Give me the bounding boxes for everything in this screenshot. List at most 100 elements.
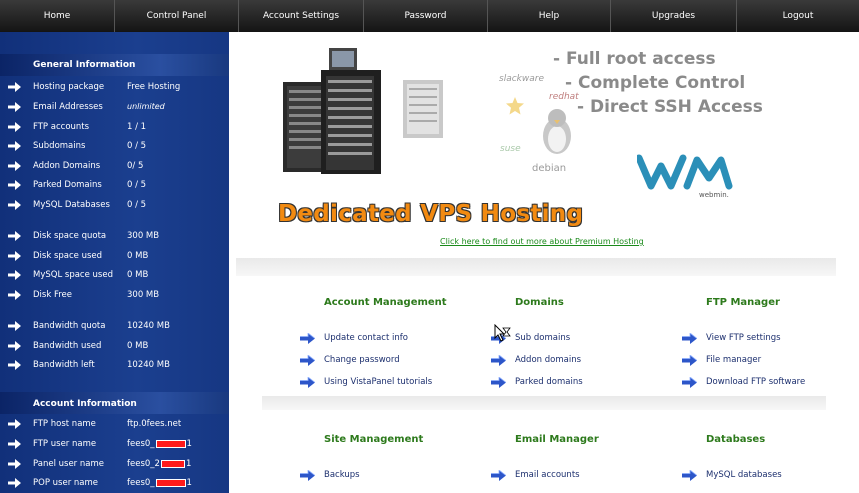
account-management-link[interactable]: Update contact info xyxy=(300,332,470,346)
ftp-manager-link[interactable]: File manager xyxy=(682,354,852,368)
databases-link[interactable]: MySQL databases xyxy=(682,469,852,483)
link-text: Download FTP software xyxy=(706,377,806,387)
sidebar-value: 300 MB xyxy=(127,231,160,241)
white-arrow-icon xyxy=(8,231,21,241)
debian-logo: debian xyxy=(532,163,567,174)
white-arrow-icon xyxy=(8,141,21,151)
sidebar-label: Hosting package xyxy=(33,82,105,92)
nav-upgrades[interactable]: Upgrades xyxy=(611,0,737,32)
sidebar-label: FTP user name xyxy=(33,439,97,449)
white-arrow-icon xyxy=(8,270,21,280)
sidebar-value: 0/ 5 xyxy=(127,161,144,171)
account-management-link[interactable]: Change password xyxy=(300,354,470,368)
ftp-manager-title: FTP Manager xyxy=(706,297,780,308)
white-arrow-icon xyxy=(8,341,21,351)
site-management-title: Site Management xyxy=(324,434,424,445)
ftp-manager-link[interactable]: Download FTP software xyxy=(682,376,852,390)
sidebar-value: 0 / 5 xyxy=(127,200,147,210)
white-arrow-icon xyxy=(8,180,21,190)
nav-password[interactable]: Password xyxy=(364,0,488,32)
white-arrow-icon xyxy=(8,200,21,210)
vps-banner[interactable]: slackware redhat suse debian - Full root… xyxy=(233,36,859,258)
sidebar-label: Panel user name xyxy=(33,459,104,469)
sidebar-row-mysql-space-used: MySQL space used 0 MB xyxy=(0,269,229,285)
suse-logo: suse xyxy=(500,144,521,154)
blue-arrow-icon xyxy=(300,333,315,344)
nav-logout[interactable]: Logout xyxy=(737,0,859,32)
sidebar-row-pop-user: POP user name fees0_ 1 xyxy=(0,477,229,493)
sidebar-row-email-addresses: Email Addresses unlimited xyxy=(0,101,229,117)
webmin-logo-text: webmin. xyxy=(699,191,729,199)
domains-link[interactable]: Parked domains xyxy=(491,376,661,390)
white-arrow-icon xyxy=(8,360,21,370)
email-manager-link[interactable]: Email accounts xyxy=(491,469,661,483)
link-text: Backups xyxy=(324,470,360,480)
domains-link[interactable]: Addon domains xyxy=(491,354,661,368)
sidebar-value: fees0_ 1 xyxy=(127,439,192,449)
ftp-manager-link[interactable]: View FTP settings xyxy=(682,332,852,346)
link-text: MySQL databases xyxy=(706,470,782,480)
promo-line-ssh: - Direct SSH Access xyxy=(577,97,763,117)
white-arrow-icon xyxy=(8,102,21,112)
nav-account-settings[interactable]: Account Settings xyxy=(239,0,364,32)
mouse-cursor-icon xyxy=(494,324,511,342)
redhat-logo: redhat xyxy=(549,92,579,102)
sidebar-row-panel-user: Panel user name fees0_2 1 xyxy=(0,458,229,474)
sidebar-value: fees0_2 1 xyxy=(127,459,192,469)
sidebar-value: unlimited xyxy=(127,102,165,111)
white-arrow-icon xyxy=(8,251,21,261)
white-arrow-icon xyxy=(8,459,21,469)
sidebar-label: Subdomains xyxy=(33,141,86,151)
link-text: Email accounts xyxy=(515,470,580,480)
redaction-box xyxy=(155,478,186,487)
premium-hosting-link[interactable]: Click here to find out more about Premiu… xyxy=(440,237,644,246)
sidebar-label: MySQL Databases xyxy=(33,200,110,210)
sidebar-row-bandwidth-used: Bandwidth used 0 MB xyxy=(0,340,229,356)
sidebar-value: 10240 MB xyxy=(127,321,170,331)
sidebar-value: ftp.0fees.net xyxy=(127,419,182,429)
sidebar-row-addon-domains: Addon Domains 0/ 5 xyxy=(0,160,229,176)
link-text: File manager xyxy=(706,355,762,365)
sidebar-label: Bandwidth left xyxy=(33,360,95,370)
sidebar-label: Email Addresses xyxy=(33,102,103,112)
sidebar: General Information Hosting package Free … xyxy=(0,32,229,493)
panel-divider xyxy=(262,396,826,410)
blue-arrow-icon xyxy=(491,377,506,388)
sidebar-label: Parked Domains xyxy=(33,180,102,190)
vps-hosting-title: Dedicated VPS Hosting xyxy=(278,201,584,227)
email-manager-title: Email Manager xyxy=(515,434,599,445)
domains-link[interactable]: Sub domains xyxy=(491,332,661,346)
sidebar-label: FTP host name xyxy=(33,419,96,429)
sidebar-label: Disk space used xyxy=(33,251,103,261)
sidebar-row-hosting-package: Hosting package Free Hosting xyxy=(0,81,229,97)
sidebar-row-bandwidth-quota: Bandwidth quota 10240 MB xyxy=(0,320,229,336)
redaction-box xyxy=(155,439,186,448)
sidebar-label: POP user name xyxy=(33,478,98,488)
white-arrow-icon xyxy=(8,290,21,300)
sidebar-row-ftp-accounts: FTP accounts 1 / 1 xyxy=(0,121,229,137)
domains-title: Domains xyxy=(515,297,564,308)
site-management-link[interactable]: Backups xyxy=(300,469,470,483)
sidebar-label: MySQL space used xyxy=(33,270,113,280)
sidebar-row-disk-space-quota: Disk space quota 300 MB xyxy=(0,230,229,246)
white-arrow-icon xyxy=(8,321,21,331)
redaction-box xyxy=(160,459,185,468)
link-text: Update contact info xyxy=(324,333,408,343)
blue-arrow-icon xyxy=(682,333,697,344)
sidebar-value: 0 / 5 xyxy=(127,141,147,151)
slackware-logo: slackware xyxy=(499,74,544,84)
sidebar-value: 0 MB xyxy=(127,341,149,351)
tux-penguin-icon xyxy=(543,109,571,154)
promo-line-root: - Full root access xyxy=(553,49,716,69)
white-arrow-icon xyxy=(8,122,21,132)
account-management-link[interactable]: Using VistaPanel tutorials xyxy=(300,376,470,390)
sidebar-value: 0 MB xyxy=(127,270,149,280)
sidebar-row-bandwidth-left: Bandwidth left 10240 MB xyxy=(0,359,229,375)
sidebar-row-ftp-host: FTP host name ftp.0fees.net xyxy=(0,418,229,434)
nav-control-panel[interactable]: Control Panel xyxy=(115,0,239,32)
nav-help[interactable]: Help xyxy=(488,0,611,32)
sidebar-row-parked-domains: Parked Domains 0 / 5 xyxy=(0,179,229,195)
sidebar-row-disk-space-used: Disk space used 0 MB xyxy=(0,250,229,266)
link-text: Parked domains xyxy=(515,377,583,387)
nav-home[interactable]: Home xyxy=(0,0,115,32)
